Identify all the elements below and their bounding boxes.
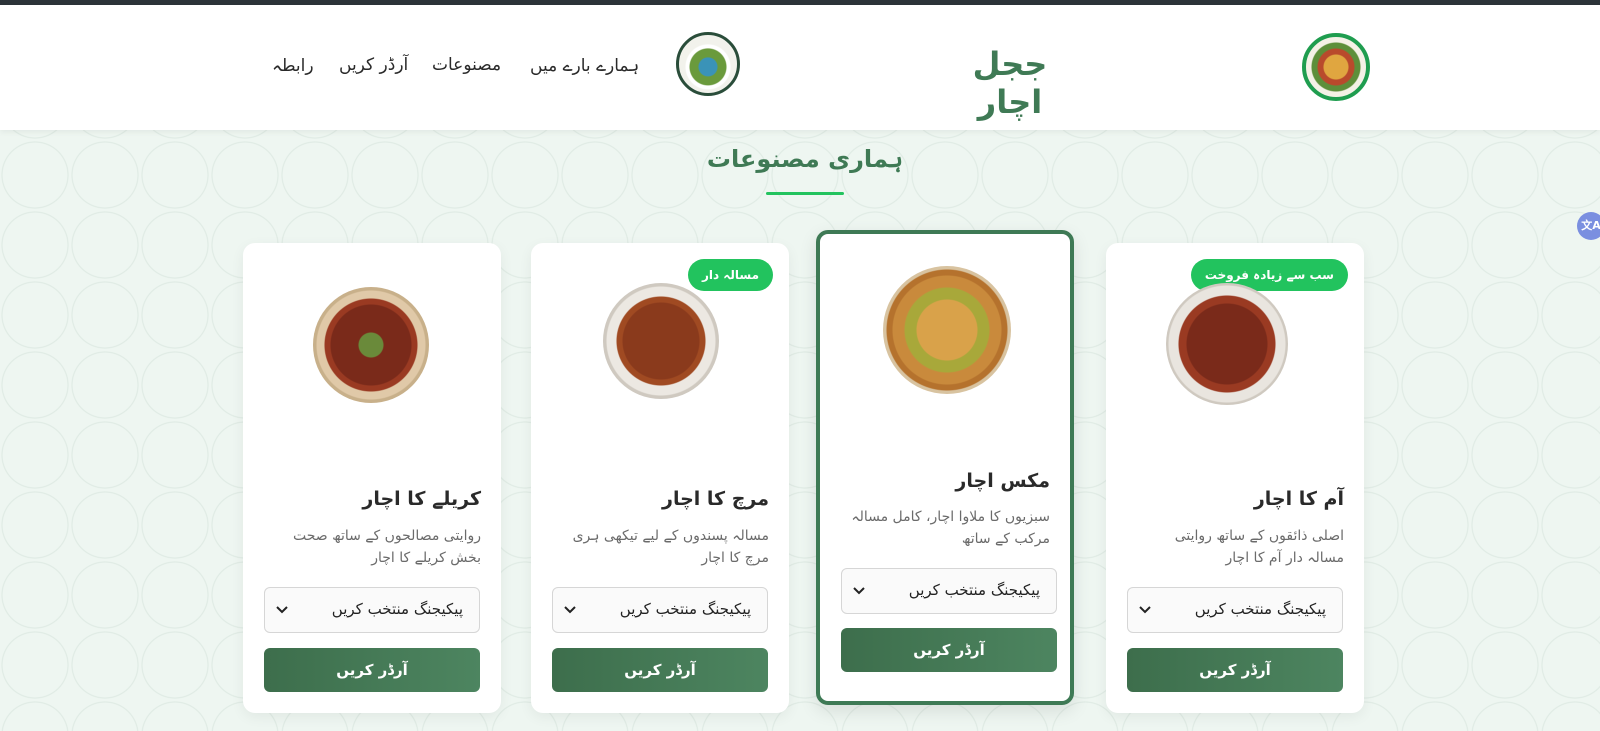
- packaging-select-label: پیکیجنگ منتخب کریں: [908, 581, 1040, 599]
- chevron-down-icon: [853, 587, 865, 595]
- nav-link-contact[interactable]: رابطہ: [272, 55, 314, 76]
- product-title: مرچ کا اچار: [662, 488, 769, 510]
- section-title: ہماری مصنوعات: [706, 145, 904, 173]
- packaging-select[interactable]: پیکیجنگ منتخب کریں: [264, 587, 480, 633]
- packaging-select-label: پیکیجنگ منتخب کریں: [619, 600, 751, 618]
- product-title: مکس اچار: [955, 470, 1050, 492]
- product-card-karela: کریلے کا اچار روایتی مصالحوں کے ساتھ صحت…: [243, 243, 501, 713]
- product-description: سبزیوں کا ملاوا اچار، کامل مسالہ مرکب کے…: [851, 509, 1050, 547]
- packaging-select[interactable]: پیکیجنگ منتخب کریں: [1127, 587, 1343, 633]
- product-image: [603, 283, 719, 399]
- product-image: [1166, 283, 1288, 405]
- product-description: مسالہ پسندوں کے لیے تیکھی ہری مرچ کا اچا…: [572, 528, 769, 566]
- order-button[interactable]: آرڈر کریں: [552, 648, 768, 692]
- title-underline: [766, 192, 844, 195]
- nav-link-about[interactable]: ہمارے بارے میں: [530, 55, 639, 76]
- order-button[interactable]: آرڈر کریں: [264, 648, 480, 692]
- packaging-select-label: پیکیجنگ منتخب کریں: [1194, 600, 1326, 618]
- packaging-select[interactable]: پیکیجنگ منتخب کریں: [841, 568, 1057, 614]
- site-header: ججل اچار: [0, 5, 1600, 130]
- product-title: آم کا اچار: [1253, 488, 1344, 510]
- order-button[interactable]: آرڈر کریں: [1127, 648, 1343, 692]
- product-description: روایتی مصالحوں کے ساتھ صحت بخش کریلے کا …: [292, 528, 481, 566]
- product-image: [883, 266, 1011, 394]
- brand-name[interactable]: ججل اچار: [940, 45, 1080, 121]
- brand-logo[interactable]: [1302, 33, 1370, 101]
- nav-link-products[interactable]: مصنوعات: [432, 55, 501, 75]
- nav-logo[interactable]: [676, 32, 740, 96]
- status-badge: مسالہ دار: [687, 259, 773, 291]
- product-card-mango: سب سے زیادہ فروخت آم کا اچار اصلی ذائقوں…: [1106, 243, 1364, 713]
- product-card-mix: مکس اچار سبزیوں کا ملاوا اچار، کامل مسال…: [816, 230, 1074, 705]
- product-description: اصلی ذائقوں کے ساتھ روایتی مسالہ دار آم …: [1174, 528, 1344, 566]
- chevron-down-icon: [564, 606, 576, 614]
- nav-link-order[interactable]: آرڈر کریں: [339, 55, 408, 75]
- packaging-select[interactable]: پیکیجنگ منتخب کریں: [552, 587, 768, 633]
- chevron-down-icon: [1139, 606, 1151, 614]
- product-title: کریلے کا اچار: [362, 488, 481, 510]
- packaging-select-label: پیکیجنگ منتخب کریں: [331, 600, 463, 618]
- translate-icon[interactable]: 文A: [1577, 212, 1600, 240]
- product-card-chili: مسالہ دار مرچ کا اچار مسالہ پسندوں کے لی…: [531, 243, 789, 713]
- order-button[interactable]: آرڈر کریں: [841, 628, 1057, 672]
- product-image: [313, 287, 429, 403]
- chevron-down-icon: [276, 606, 288, 614]
